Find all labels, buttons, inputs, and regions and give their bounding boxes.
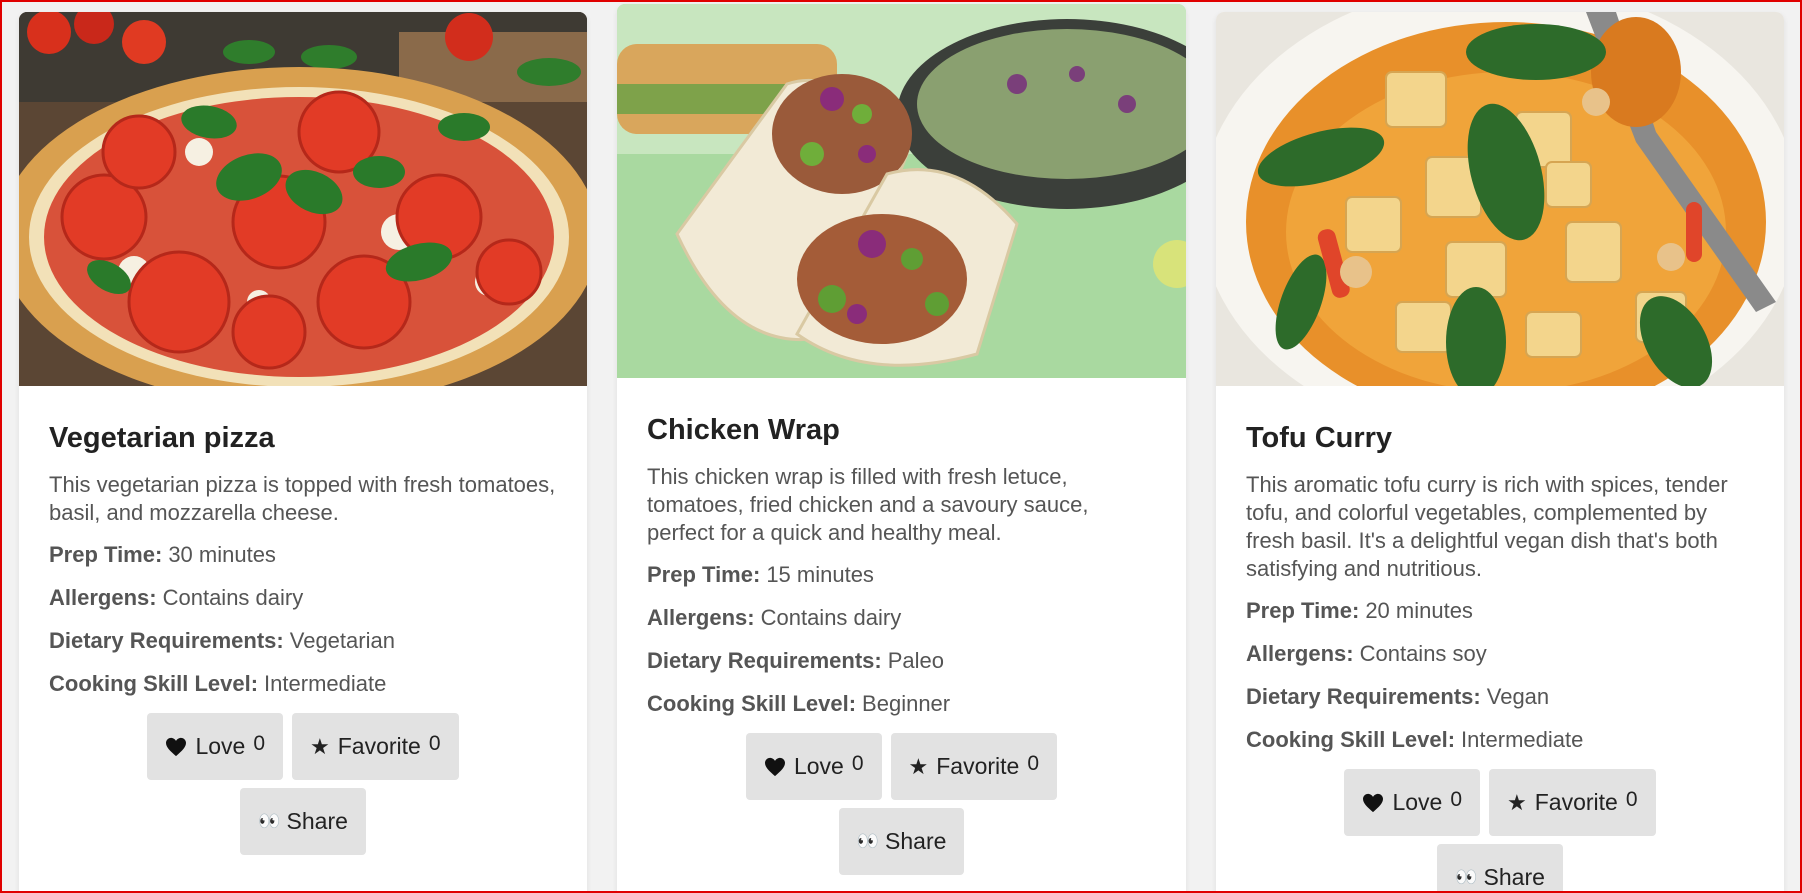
dietary-value: Vegan [1486,684,1550,709]
skill-value: Beginner [862,691,951,716]
love-button[interactable]: Love 0 [745,733,882,800]
heart-icon [764,757,785,776]
dietary-requirements: Dietary Requirements: Paleo [647,647,1156,674]
love-button[interactable]: Love 0 [1344,769,1481,836]
love-label: Love [793,753,844,779]
recipe-card: Tofu Curry This aromatic tofu curry is r… [1216,12,1784,893]
love-label: Love [1392,789,1443,815]
prep-time-value: 30 minutes [168,542,276,567]
recipe-card: Vegetarian pizza This vegetarian pizza i… [19,12,587,893]
favorite-button[interactable]: ★ Favorite 0 [292,713,459,780]
share-button[interactable]: 👀 Share [838,808,965,875]
allergens: Allergens: Contains dairy [49,584,557,611]
eyes-icon: 👀 [856,831,879,851]
prep-time-label: Prep Time: [1246,598,1360,623]
prep-time-label: Prep Time: [647,562,761,587]
recipe-title: Vegetarian pizza [49,422,275,454]
dietary-requirements: Dietary Requirements: Vegan [1246,683,1754,710]
eyes-icon: 👀 [1455,867,1477,887]
recipe-description: This aromatic tofu curry is rich with sp… [1246,472,1728,581]
allergens: Allergens: Contains dairy [647,604,1156,631]
heart-icon [1363,793,1384,812]
recipe-card: Chicken Wrap This chicken wrap is filled… [617,4,1186,893]
share-button[interactable]: 👀 Share [240,788,366,855]
star-icon: ★ [908,753,929,779]
prep-time-value: 20 minutes [1365,598,1473,623]
recipe-image [1216,12,1784,386]
prep-time: Prep Time: 15 minutes [647,561,1156,588]
prep-time: Prep Time: 30 minutes [49,541,557,568]
allergens: Allergens: Contains soy [1246,640,1754,667]
cooking-skill-level: Cooking Skill Level: Beginner [647,690,1156,717]
allergens-value: Contains soy [1359,641,1487,666]
dietary-label: Dietary Requirements: [49,628,284,653]
recipe-description: This vegetarian pizza is topped with fre… [49,472,556,525]
allergens-value: Contains dairy [760,605,902,630]
favorite-label: Favorite [936,753,1020,779]
share-label: Share [286,808,348,834]
eyes-icon: 👀 [258,811,280,831]
love-count: 0 [253,731,266,755]
love-label: Love [195,733,246,759]
allergens-label: Allergens: [49,585,157,610]
favorite-label: Favorite [1534,789,1618,815]
star-icon: ★ [1507,789,1527,815]
favorite-count: 0 [428,731,441,755]
recipe-image [617,4,1186,378]
recipe-title: Tofu Curry [1246,422,1393,454]
skill-label: Cooking Skill Level: [1246,727,1456,752]
allergens-label: Allergens: [647,605,755,630]
recipe-actions: Love 0 ★ Favorite 0 👀 Share [737,733,1067,875]
dietary-requirements: Dietary Requirements: Vegetarian [49,627,557,654]
recipe-image [19,12,587,386]
prep-time: Prep Time: 20 minutes [1246,597,1754,624]
heart-icon [166,737,187,756]
share-label: Share [1483,864,1545,890]
skill-label: Cooking Skill Level: [647,691,857,716]
recipe-title: Chicken Wrap [647,414,840,446]
love-count: 0 [1450,787,1463,811]
favorite-label: Favorite [337,733,421,759]
dietary-label: Dietary Requirements: [647,648,882,673]
allergens-label: Allergens: [1246,641,1354,666]
love-button[interactable]: Love 0 [147,713,284,780]
skill-value: Intermediate [264,671,387,696]
recipe-actions: Love 0 ★ Favorite 0 👀 Share [1335,769,1665,893]
star-icon: ★ [310,733,330,759]
dietary-value: Vegetarian [289,628,395,653]
favorite-button[interactable]: ★ Favorite 0 [1489,769,1656,836]
allergens-value: Contains dairy [162,585,304,610]
prep-time-label: Prep Time: [49,542,163,567]
prep-time-value: 15 minutes [766,562,874,587]
skill-value: Intermediate [1461,727,1584,752]
skill-label: Cooking Skill Level: [49,671,259,696]
favorite-count: 0 [1625,787,1638,811]
share-button[interactable]: 👀 Share [1437,844,1563,893]
favorite-count: 0 [1027,751,1040,775]
dietary-value: Paleo [887,648,945,673]
share-label: Share [885,828,947,854]
cooking-skill-level: Cooking Skill Level: Intermediate [49,670,557,697]
cooking-skill-level: Cooking Skill Level: Intermediate [1246,726,1754,753]
dietary-label: Dietary Requirements: [1246,684,1481,709]
recipe-actions: Love 0 ★ Favorite 0 👀 Share [138,713,468,855]
love-count: 0 [851,751,864,775]
recipe-description: This chicken wrap is filled with fresh l… [647,464,1089,545]
favorite-button[interactable]: ★ Favorite 0 [890,733,1058,800]
